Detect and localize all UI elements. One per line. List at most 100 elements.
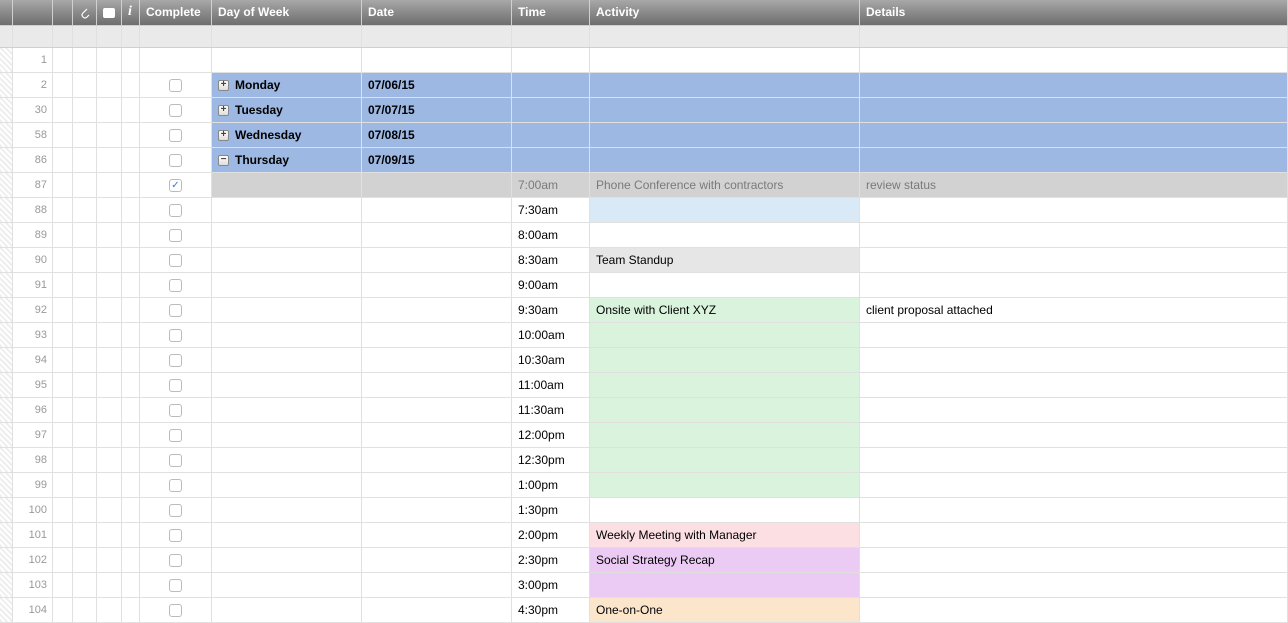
cell[interactable]: [122, 197, 140, 222]
complete-cell[interactable]: [140, 197, 212, 222]
cell[interactable]: [97, 197, 122, 222]
cell[interactable]: [122, 597, 140, 622]
time-cell[interactable]: 7:00am: [512, 172, 590, 197]
day-cell[interactable]: [212, 272, 362, 297]
time-cell[interactable]: 9:00am: [512, 272, 590, 297]
date-cell[interactable]: [362, 397, 512, 422]
cell[interactable]: [122, 297, 140, 322]
checkbox-icon[interactable]: [169, 429, 182, 442]
cell[interactable]: [97, 172, 122, 197]
time-cell[interactable]: [512, 97, 590, 122]
time-cell[interactable]: 10:00am: [512, 322, 590, 347]
day-cell[interactable]: [212, 47, 362, 72]
cell[interactable]: [97, 97, 122, 122]
row-handle[interactable]: [0, 597, 13, 622]
complete-cell[interactable]: [140, 347, 212, 372]
cell[interactable]: [122, 347, 140, 372]
cell[interactable]: [122, 422, 140, 447]
cell[interactable]: [73, 47, 97, 72]
checkbox-icon[interactable]: [169, 154, 182, 167]
date-cell[interactable]: [362, 372, 512, 397]
table-row[interactable]: 1022:30pmSocial Strategy Recap: [0, 547, 1288, 572]
time-cell[interactable]: 12:00pm: [512, 422, 590, 447]
date-cell[interactable]: 07/08/15: [362, 122, 512, 147]
date-cell[interactable]: [362, 347, 512, 372]
date-cell[interactable]: [362, 247, 512, 272]
cell[interactable]: [53, 172, 73, 197]
day-cell[interactable]: [212, 247, 362, 272]
table-row[interactable]: 929:30amOnsite with Client XYZclient pro…: [0, 297, 1288, 322]
activity-cell[interactable]: Phone Conference with contractors: [590, 172, 860, 197]
cell[interactable]: [122, 172, 140, 197]
day-cell[interactable]: [212, 222, 362, 247]
header-time[interactable]: Time: [512, 0, 590, 25]
cell[interactable]: [53, 497, 73, 522]
time-cell[interactable]: 8:00am: [512, 222, 590, 247]
complete-cell[interactable]: [140, 472, 212, 497]
cell[interactable]: [53, 572, 73, 597]
cell[interactable]: [53, 272, 73, 297]
cell[interactable]: [97, 522, 122, 547]
table-row[interactable]: 919:00am: [0, 272, 1288, 297]
details-cell[interactable]: [860, 347, 1288, 372]
activity-cell[interactable]: [590, 347, 860, 372]
activity-cell[interactable]: Weekly Meeting with Manager: [590, 522, 860, 547]
cell[interactable]: [73, 422, 97, 447]
time-cell[interactable]: 1:30pm: [512, 497, 590, 522]
cell[interactable]: [97, 322, 122, 347]
time-cell[interactable]: [512, 147, 590, 172]
time-cell[interactable]: 4:30pm: [512, 597, 590, 622]
cell[interactable]: [97, 597, 122, 622]
complete-cell[interactable]: [140, 397, 212, 422]
checkbox-icon[interactable]: [169, 529, 182, 542]
activity-cell[interactable]: [590, 422, 860, 447]
cell[interactable]: [97, 572, 122, 597]
time-cell[interactable]: 1:00pm: [512, 472, 590, 497]
complete-cell[interactable]: [140, 522, 212, 547]
checkbox-icon[interactable]: ✓: [169, 179, 182, 192]
row-handle[interactable]: [0, 272, 13, 297]
table-row[interactable]: 1044:30pmOne-on-One: [0, 597, 1288, 622]
complete-cell[interactable]: [140, 247, 212, 272]
activity-cell[interactable]: [590, 497, 860, 522]
checkbox-icon[interactable]: [169, 204, 182, 217]
row-handle[interactable]: [0, 172, 13, 197]
details-cell[interactable]: [860, 522, 1288, 547]
date-cell[interactable]: [362, 447, 512, 472]
day-cell[interactable]: [212, 322, 362, 347]
details-cell[interactable]: client proposal attached: [860, 297, 1288, 322]
date-cell[interactable]: [362, 497, 512, 522]
header-details[interactable]: Details: [860, 0, 1288, 25]
cell[interactable]: [53, 397, 73, 422]
cell[interactable]: [97, 447, 122, 472]
time-cell[interactable]: 11:30am: [512, 397, 590, 422]
header-day-of-week[interactable]: Day of Week: [212, 0, 362, 25]
cell[interactable]: [73, 172, 97, 197]
details-cell[interactable]: [860, 122, 1288, 147]
details-cell[interactable]: [860, 222, 1288, 247]
day-cell[interactable]: [212, 522, 362, 547]
table-row[interactable]: 9310:00am: [0, 322, 1288, 347]
cell[interactable]: [73, 597, 97, 622]
cell[interactable]: [73, 97, 97, 122]
checkbox-icon[interactable]: [169, 104, 182, 117]
activity-cell[interactable]: [590, 372, 860, 397]
cell[interactable]: [122, 72, 140, 97]
table-row[interactable]: 9611:30am: [0, 397, 1288, 422]
header-complete[interactable]: Complete: [140, 0, 212, 25]
cell[interactable]: [73, 397, 97, 422]
activity-cell[interactable]: [590, 222, 860, 247]
date-cell[interactable]: [362, 172, 512, 197]
row-handle[interactable]: [0, 322, 13, 347]
day-cell[interactable]: [212, 347, 362, 372]
complete-cell[interactable]: [140, 297, 212, 322]
time-cell[interactable]: 12:30pm: [512, 447, 590, 472]
complete-cell[interactable]: [140, 322, 212, 347]
date-cell[interactable]: [362, 197, 512, 222]
details-cell[interactable]: [860, 447, 1288, 472]
activity-cell[interactable]: [590, 47, 860, 72]
time-cell[interactable]: [512, 72, 590, 97]
expand-icon[interactable]: +: [218, 130, 229, 141]
cell[interactable]: [97, 547, 122, 572]
row-handle[interactable]: [0, 222, 13, 247]
